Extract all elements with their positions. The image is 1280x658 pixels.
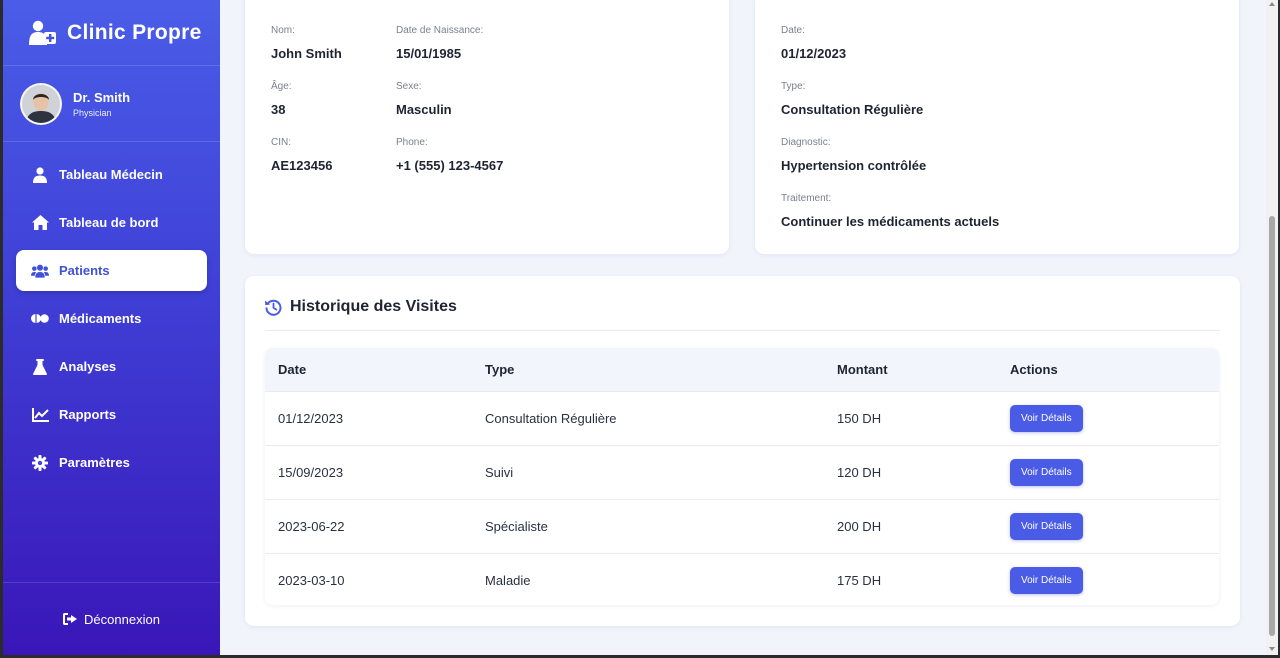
col-actions-header: Actions — [1010, 361, 1058, 377]
visit-date-value: 01/12/2023 — [781, 46, 847, 61]
sidebar-item-label: Patients — [59, 263, 110, 278]
cin-value: AE123456 — [271, 158, 333, 173]
sidebar-nav: Tableau Médecin Tableau de bord Patients… — [3, 142, 220, 483]
chart-line-icon — [31, 407, 49, 423]
logout-button[interactable]: Déconnexion — [63, 612, 160, 627]
traitement-value: Continuer les médicaments actuels — [781, 214, 1000, 229]
age-label: Âge: — [271, 81, 292, 92]
flask-icon — [31, 358, 49, 375]
brand[interactable]: Clinic Propre — [3, 0, 220, 66]
visit-type-label: Type: — [781, 81, 806, 92]
logout-label: Déconnexion — [84, 611, 160, 627]
traitement-label: Traitement: — [781, 193, 832, 204]
dob-label: Date de Naissance: — [396, 25, 484, 36]
cin-label: CIN: — [271, 137, 291, 148]
table-header-row: Date Type Montant Actions — [265, 348, 1219, 391]
visit-history-card: Historique des Visites Date Type Montant… — [245, 276, 1240, 626]
scroll-up-arrow-icon[interactable] — [1269, 2, 1275, 6]
sidebar-item-rapports[interactable]: Rapports — [16, 394, 207, 435]
sidebar-item-tableau-medecin[interactable]: Tableau Médecin — [16, 154, 207, 195]
sidebar-item-tableau-de-bord[interactable]: Tableau de bord — [16, 202, 207, 243]
table-row: 15/09/2023 Suivi 120 DH Voir Détails — [265, 445, 1219, 499]
age-value: 38 — [271, 102, 286, 117]
gear-icon — [31, 454, 49, 471]
row-date: 15/09/2023 — [278, 464, 344, 480]
visit-type-value: Consultation Régulière — [781, 102, 924, 117]
app-window: Clinic Propre Dr. Smith Physician Tablea… — [3, 0, 1278, 655]
clinic-user-icon — [29, 20, 57, 46]
history-table: Date Type Montant Actions 01/12/2023 Con… — [265, 348, 1219, 605]
sidebar-item-parametres[interactable]: Paramètres — [16, 442, 207, 483]
phone-value: +1 (555) 123-4567 — [396, 158, 504, 173]
sidebar-item-label: Tableau Médecin — [59, 167, 163, 182]
row-amount: 150 DH — [837, 410, 882, 426]
patient-info-card: Nom: John Smith Date de Naissance: 15/01… — [245, 0, 729, 254]
diagnostic-value: Hypertension contrôlée — [781, 158, 927, 173]
view-details-button[interactable]: Voir Détails — [1010, 404, 1083, 432]
avatar — [20, 82, 62, 125]
sign-out-icon — [63, 613, 78, 625]
brand-title: Clinic Propre — [67, 20, 202, 44]
nom-value: John Smith — [271, 46, 342, 61]
sidebar-item-label: Paramètres — [59, 455, 130, 470]
user-profile[interactable]: Dr. Smith Physician — [3, 66, 220, 142]
row-type: Maladie — [485, 572, 531, 588]
user-role: Physician — [73, 107, 112, 118]
logout-area: Déconnexion — [3, 582, 220, 655]
row-type: Consultation Régulière — [485, 410, 617, 426]
scroll-down-arrow-icon[interactable] — [1269, 647, 1275, 651]
row-date: 2023-03-10 — [278, 572, 345, 588]
row-amount: 175 DH — [837, 572, 882, 588]
row-type: Spécialiste — [485, 518, 548, 534]
sidebar-item-label: Analyses — [59, 359, 117, 374]
col-date-header: Date — [278, 361, 307, 377]
row-date: 01/12/2023 — [278, 410, 344, 426]
row-amount: 120 DH — [837, 464, 882, 480]
phone-label: Phone: — [396, 137, 428, 148]
sidebar-item-analyses[interactable]: Analyses — [16, 346, 207, 387]
view-details-button[interactable]: Voir Détails — [1010, 512, 1083, 540]
row-type: Suivi — [485, 464, 514, 480]
sidebar-item-patients[interactable]: Patients — [16, 250, 207, 291]
user-name: Dr. Smith — [73, 89, 131, 105]
row-date: 2023-06-22 — [278, 518, 345, 534]
sidebar-item-label: Tableau de bord — [59, 215, 159, 230]
sidebar-item-medicaments[interactable]: Médicaments — [16, 298, 207, 339]
diagnostic-label: Diagnostic: — [781, 137, 831, 148]
sexe-value: Masculin — [396, 102, 452, 117]
view-details-button[interactable]: Voir Détails — [1010, 566, 1083, 594]
last-visit-card: Date: 01/12/2023 Type: Consultation Régu… — [755, 0, 1239, 254]
sexe-label: Sexe: — [396, 81, 422, 92]
history-icon — [265, 299, 282, 316]
table-row: 01/12/2023 Consultation Régulière 150 DH… — [265, 391, 1219, 445]
visit-date-label: Date: — [781, 25, 805, 36]
nom-label: Nom: — [271, 25, 295, 36]
history-table-container: Date Type Montant Actions 01/12/2023 Con… — [265, 348, 1219, 605]
row-amount: 200 DH — [837, 518, 882, 534]
history-header: Historique des Visites — [265, 298, 457, 316]
users-icon — [31, 263, 49, 279]
view-details-button[interactable]: Voir Détails — [1010, 458, 1083, 486]
table-row: 2023-06-22 Spécialiste 200 DH Voir Détai… — [265, 499, 1219, 553]
col-amount-header: Montant — [837, 361, 888, 377]
vertical-scrollbar[interactable] — [1266, 0, 1278, 655]
pills-icon — [31, 311, 49, 327]
col-type-header: Type — [485, 361, 515, 377]
history-divider — [265, 330, 1220, 331]
sidebar-item-label: Rapports — [59, 407, 117, 422]
history-title: Historique des Visites — [290, 298, 457, 315]
table-row: 2023-03-10 Maladie 175 DH Voir Détails — [265, 553, 1219, 605]
scroll-thumb[interactable] — [1269, 216, 1275, 636]
sidebar: Clinic Propre Dr. Smith Physician Tablea… — [3, 0, 220, 655]
sidebar-item-label: Médicaments — [59, 311, 142, 326]
dob-value: 15/01/1985 — [396, 46, 462, 61]
user-icon — [31, 166, 49, 183]
home-icon — [31, 215, 49, 231]
